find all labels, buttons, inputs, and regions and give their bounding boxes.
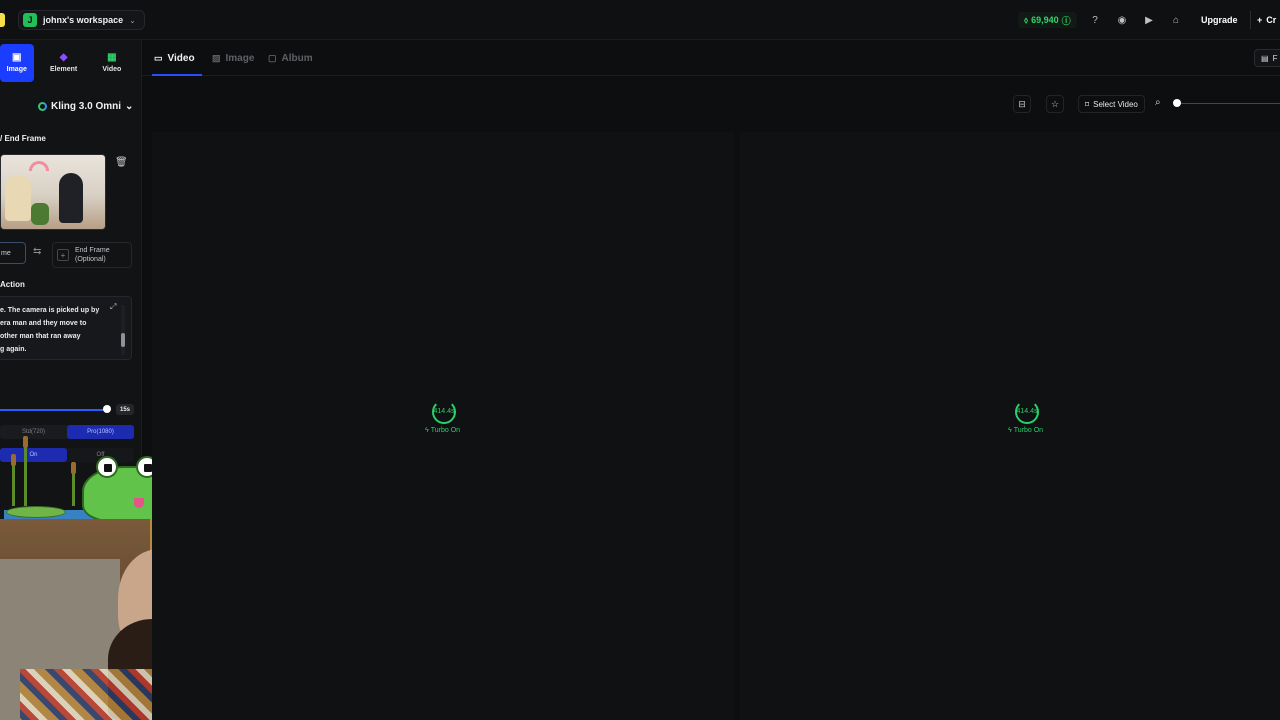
mode-label: Image — [6, 66, 27, 73]
turbo-status: ϟ Turbo On — [425, 427, 460, 434]
zoom-slider-handle[interactable] — [1173, 99, 1181, 107]
help-icon[interactable]: ? — [1087, 12, 1103, 28]
layout-icon[interactable]: ⊟ — [1013, 95, 1031, 113]
generation-progress: 414.4s — [433, 408, 455, 415]
turbo-status: ϟ Turbo On — [1008, 427, 1043, 434]
credits-badge[interactable]: ⬨ 69,940 ⓘ — [1018, 12, 1077, 28]
model-select[interactable]: Kling 3.0 Omni ⌄ — [38, 98, 133, 114]
turbo-label: Turbo On — [430, 427, 461, 434]
end-frame-label: End Frame — [75, 247, 110, 254]
create-label: Cr — [1266, 15, 1277, 25]
select-video-label: Select Video — [1093, 99, 1138, 109]
generation-progress: 414.4s — [1016, 408, 1038, 415]
feedback-button[interactable]: ▤ F — [1254, 49, 1280, 67]
generation-card[interactable]: 414.4s ϟ Turbo On — [740, 132, 1280, 720]
gift-icon[interactable]: ⌂ — [1168, 12, 1184, 28]
credits-icon: ⬨ — [1024, 14, 1029, 25]
credits-value: 69,940 — [1031, 15, 1059, 25]
frame-selector: me ⇆ + End Frame (Optional) — [0, 242, 136, 268]
generation-card[interactable]: 414.4s ϟ Turbo On — [152, 132, 734, 720]
prompt-input[interactable]: e. The camera is picked up by era man an… — [0, 296, 132, 360]
discord-icon[interactable]: ◉ — [1114, 12, 1130, 28]
start-frame-thumbnail[interactable] — [0, 154, 106, 230]
duration-slider[interactable] — [0, 409, 107, 411]
action-section-label: Action — [0, 280, 25, 289]
mode-bar: ▣ Image ◆ Element ▦ Video — [0, 44, 142, 82]
chevron-down-icon: ⌄ — [129, 15, 136, 25]
tab-label: Video — [167, 52, 195, 64]
mode-label: Video — [102, 66, 122, 73]
upgrade-button[interactable]: Upgrade — [1194, 11, 1245, 29]
create-button[interactable]: + Cr — [1250, 11, 1280, 29]
mode-video[interactable]: ▦ Video — [94, 44, 130, 82]
model-icon — [38, 101, 47, 111]
feedback-label: F — [1272, 53, 1278, 63]
folder-icon: ▢ — [268, 52, 277, 63]
zoom-slider[interactable] — [1176, 103, 1280, 104]
plus-icon: + — [57, 249, 69, 261]
tab-image[interactable]: ▨ Image — [212, 40, 254, 76]
tab-label: Image — [225, 52, 255, 64]
image-icon: ▣ — [12, 52, 22, 63]
duration-value: 15s — [116, 404, 134, 415]
video-icon: ▭ — [154, 52, 163, 63]
duration-slider-handle[interactable] — [103, 405, 111, 413]
workspace-switcher[interactable]: J johnx's workspace ⌄ — [18, 10, 145, 30]
zoom-icon[interactable]: ⌕ — [1155, 97, 1161, 108]
bookmark-icon: ⌑ — [1085, 99, 1090, 109]
tab-label: Album — [281, 52, 313, 64]
video-icon: ▦ — [107, 52, 117, 63]
element-icon: ◆ — [59, 52, 68, 63]
chevron-down-icon: ⌄ — [125, 100, 134, 112]
workspace-name: johnx's workspace — [43, 15, 124, 25]
plus-icon: + — [1257, 15, 1263, 25]
expand-icon[interactable]: ⤢ — [110, 302, 116, 312]
model-name: Kling 3.0 Omni — [51, 100, 122, 112]
end-frame-chip[interactable]: + End Frame (Optional) — [52, 242, 132, 268]
info-icon: ⓘ — [1061, 15, 1071, 26]
swap-icon[interactable]: ⇆ — [33, 246, 41, 257]
trash-icon[interactable]: 🗑 — [115, 157, 128, 168]
main-tabs: ▭ Video ▨ Image ▢ Album — [142, 40, 1280, 76]
mode-image[interactable]: ▣ Image — [0, 44, 34, 82]
tab-video[interactable]: ▭ Video — [152, 40, 202, 76]
turbo-label: Turbo On — [1013, 427, 1044, 434]
star-icon[interactable]: ☆ — [1046, 95, 1064, 113]
select-video-button[interactable]: ⌑ Select Video — [1078, 95, 1145, 113]
tutorial-icon[interactable]: ▶ — [1141, 12, 1157, 28]
prompt-text[interactable]: e. The camera is picked up by era man an… — [0, 304, 104, 356]
logo-icon[interactable] — [0, 13, 5, 27]
lightning-icon: ϟ — [1008, 427, 1012, 434]
lightning-icon: ϟ — [425, 427, 429, 434]
message-icon: ▤ — [1261, 53, 1269, 63]
tab-album[interactable]: ▢ Album — [268, 40, 313, 76]
end-frame-section-label: / End Frame — [0, 134, 46, 143]
workspace-avatar: J — [23, 13, 37, 27]
end-frame-optional: (Optional) — [75, 256, 106, 263]
prompt-scrollbar[interactable] — [121, 305, 125, 355]
mode-element[interactable]: ◆ Element — [46, 44, 82, 82]
image-icon: ▨ — [212, 52, 221, 63]
top-bar: J johnx's workspace ⌄ ⬨ 69,940 ⓘ ? ◉ ▶ ⌂… — [0, 0, 1280, 40]
mode-label: Element — [50, 66, 78, 73]
start-frame-chip[interactable]: me — [0, 242, 26, 264]
